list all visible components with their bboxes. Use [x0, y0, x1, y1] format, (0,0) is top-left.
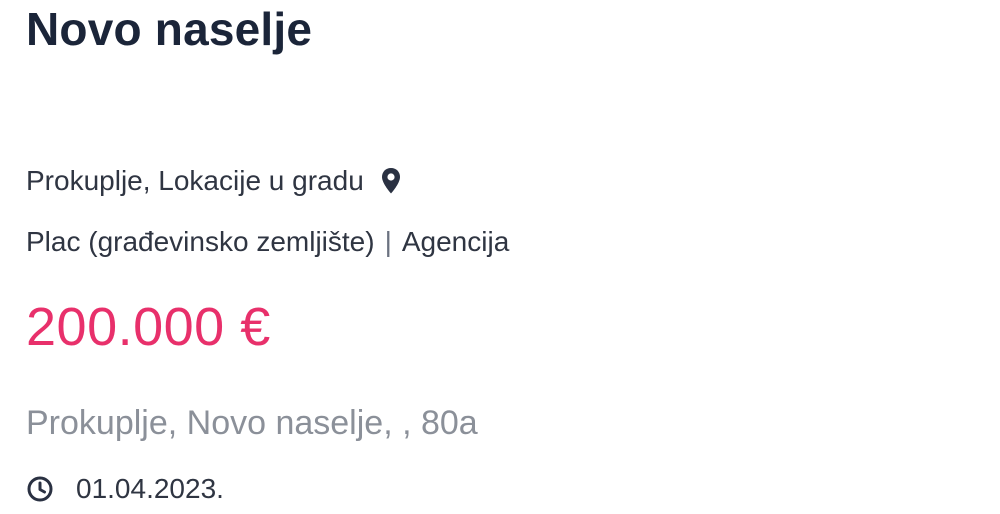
date-row: 01.04.2023.: [26, 470, 224, 508]
listing-card[interactable]: Novo naselje Prokuplje, Lokacije u gradu…: [0, 0, 1000, 514]
seller-type: Agencija: [401, 226, 510, 257]
price: 200.000 €: [26, 297, 271, 357]
listing-title[interactable]: Novo naselje: [26, 2, 312, 56]
location-text: Prokuplje, Lokacije u gradu: [26, 165, 364, 196]
address: Prokuplje, Novo naselje, , 80a: [26, 404, 478, 442]
property-type-row: Plac (građevinsko zemljište) | Agencija: [26, 224, 509, 260]
property-type: Plac (građevinsko zemljište): [26, 226, 375, 257]
map-pin-icon[interactable]: [380, 167, 402, 195]
location-row: Prokuplje, Lokacije u gradu: [26, 163, 402, 199]
listing-date: 01.04.2023.: [76, 473, 224, 504]
clock-icon: [26, 475, 54, 503]
type-separator: |: [384, 226, 392, 257]
